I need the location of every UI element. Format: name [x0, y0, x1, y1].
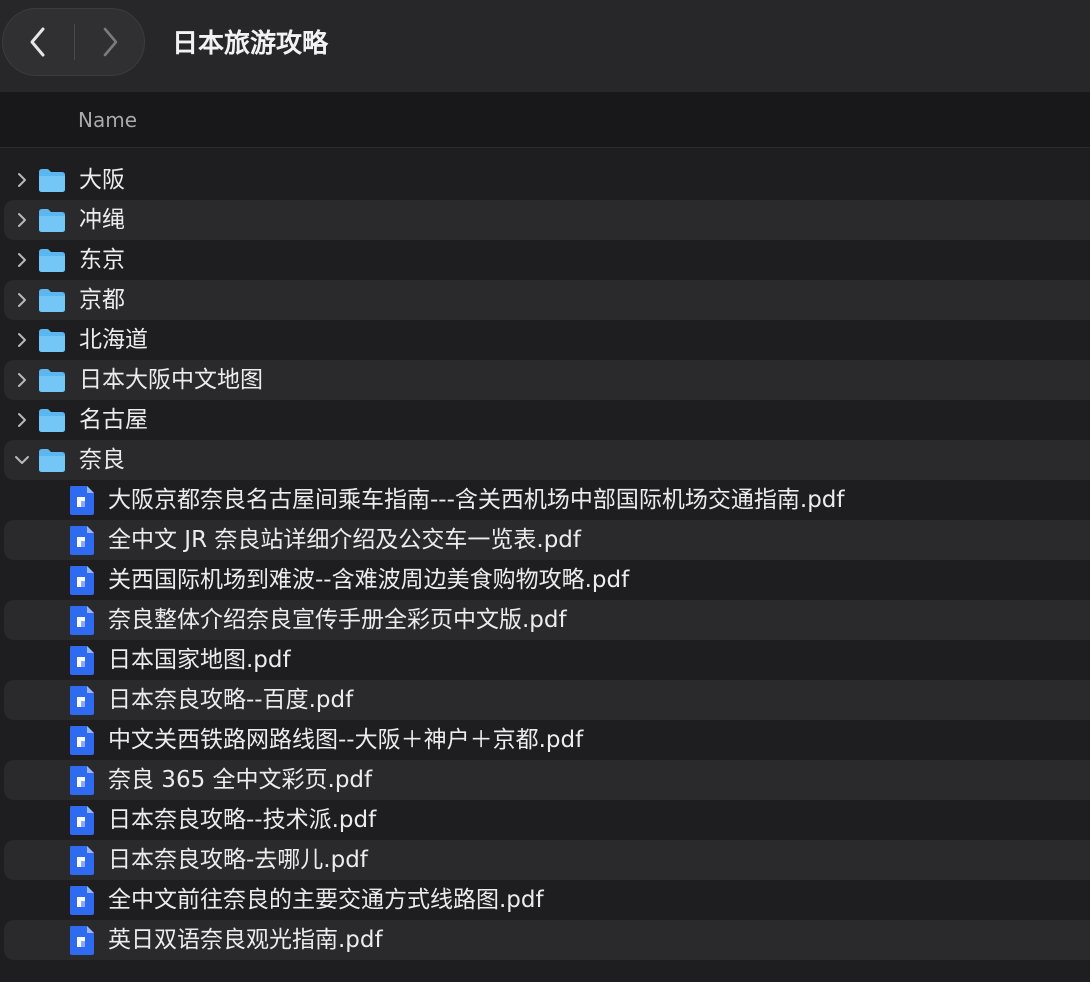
folder-icon [39, 409, 65, 432]
folder-row[interactable]: 奈良 [0, 440, 1090, 480]
forward-button[interactable] [75, 9, 145, 75]
toolbar: 日本旅游攻略 [0, 0, 1090, 92]
folder-name: 京都 [79, 287, 125, 313]
folder-icon [39, 169, 65, 192]
folder-name: 东京 [79, 247, 125, 273]
chevron-right-icon[interactable] [12, 410, 32, 430]
folder-row[interactable]: 冲绳 [0, 200, 1090, 240]
pdf-file-icon [70, 606, 94, 635]
chevron-left-icon [30, 27, 45, 57]
pdf-file-icon [70, 886, 94, 915]
folder-icon [39, 209, 65, 232]
file-row[interactable]: 大阪京都奈良名古屋间乘车指南---含关西机场中部国际机场交通指南.pdf [0, 480, 1090, 520]
file-row[interactable]: 日本奈良攻略-去哪儿.pdf [0, 840, 1090, 880]
column-header-name[interactable]: Name [78, 92, 137, 148]
folder-row[interactable]: 北海道 [0, 320, 1090, 360]
folder-row[interactable]: 日本大阪中文地图 [0, 360, 1090, 400]
window-title: 日本旅游攻略 [172, 29, 329, 59]
folder-name: 北海道 [79, 327, 148, 353]
folder-icon [39, 289, 65, 312]
folder-name: 大阪 [79, 167, 125, 193]
pdf-file-icon [70, 766, 94, 795]
chevron-right-icon [103, 27, 118, 57]
pdf-file-icon [70, 806, 94, 835]
pdf-file-icon [70, 526, 94, 555]
back-button[interactable] [3, 9, 73, 75]
folder-name: 冲绳 [79, 207, 125, 233]
file-row[interactable]: 英日双语奈良观光指南.pdf [0, 920, 1090, 960]
file-row[interactable]: 关西国际机场到难波--含难波周边美食购物攻略.pdf [0, 560, 1090, 600]
file-row[interactable]: 日本国家地图.pdf [0, 640, 1090, 680]
pdf-file-icon [70, 926, 94, 955]
file-row[interactable]: 日本奈良攻略--百度.pdf [0, 680, 1090, 720]
file-name: 全中文 JR 奈良站详细介绍及公交车一览表.pdf [108, 527, 581, 553]
file-name: 大阪京都奈良名古屋间乘车指南---含关西机场中部国际机场交通指南.pdf [108, 487, 845, 513]
navigation-buttons [2, 8, 145, 76]
chevron-right-icon[interactable] [12, 290, 32, 310]
file-name: 英日双语奈良观光指南.pdf [108, 927, 383, 953]
file-name: 奈良 365 全中文彩页.pdf [108, 767, 373, 793]
pdf-file-icon [70, 646, 94, 675]
file-row[interactable]: 日本奈良攻略--技术派.pdf [0, 800, 1090, 840]
chevron-right-icon[interactable] [12, 330, 32, 350]
file-name: 日本国家地图.pdf [108, 647, 291, 673]
folder-icon [39, 329, 65, 352]
folder-name: 奈良 [79, 447, 125, 473]
chevron-down-icon[interactable] [12, 450, 32, 470]
chevron-right-icon[interactable] [12, 370, 32, 390]
file-name: 全中文前往奈良的主要交通方式线路图.pdf [108, 887, 544, 913]
folder-row[interactable]: 京都 [0, 280, 1090, 320]
chevron-right-icon[interactable] [12, 210, 32, 230]
file-row[interactable]: 奈良 365 全中文彩页.pdf [0, 760, 1090, 800]
chevron-right-icon[interactable] [12, 250, 32, 270]
file-list: 大阪冲绳东京京都北海道日本大阪中文地图 名古屋奈良大阪京都奈良名古屋间乘车指南--… [0, 160, 1090, 960]
folder-name: 日本大阪中文地图 [79, 367, 263, 393]
file-row[interactable]: 中文关西铁路网路线图--大阪＋神户＋京都.pdf [0, 720, 1090, 760]
file-row[interactable]: 全中文前往奈良的主要交通方式线路图.pdf [0, 880, 1090, 920]
folder-row[interactable]: 东京 [0, 240, 1090, 280]
folder-icon [39, 369, 65, 392]
folder-icon [39, 249, 65, 272]
file-name: 奈良整体介绍奈良宣传手册全彩页中文版.pdf [108, 607, 567, 633]
file-row[interactable]: 奈良整体介绍奈良宣传手册全彩页中文版.pdf [0, 600, 1090, 640]
file-name: 中文关西铁路网路线图--大阪＋神户＋京都.pdf [108, 727, 584, 753]
file-name: 关西国际机场到难波--含难波周边美食购物攻略.pdf [108, 567, 630, 593]
pdf-file-icon [70, 686, 94, 715]
file-name: 日本奈良攻略--百度.pdf [108, 687, 354, 713]
folder-icon [39, 449, 65, 472]
column-header: Name [0, 92, 1090, 148]
folder-row[interactable]: 名古屋 [0, 400, 1090, 440]
pdf-file-icon [70, 846, 94, 875]
folder-row[interactable]: 大阪 [0, 160, 1090, 200]
file-row[interactable]: 全中文 JR 奈良站详细介绍及公交车一览表.pdf [0, 520, 1090, 560]
folder-name: 名古屋 [79, 407, 148, 433]
file-name: 日本奈良攻略-去哪儿.pdf [108, 847, 368, 873]
pdf-file-icon [70, 726, 94, 755]
pdf-file-icon [70, 486, 94, 515]
file-name: 日本奈良攻略--技术派.pdf [108, 807, 377, 833]
chevron-right-icon[interactable] [12, 170, 32, 190]
pdf-file-icon [70, 566, 94, 595]
